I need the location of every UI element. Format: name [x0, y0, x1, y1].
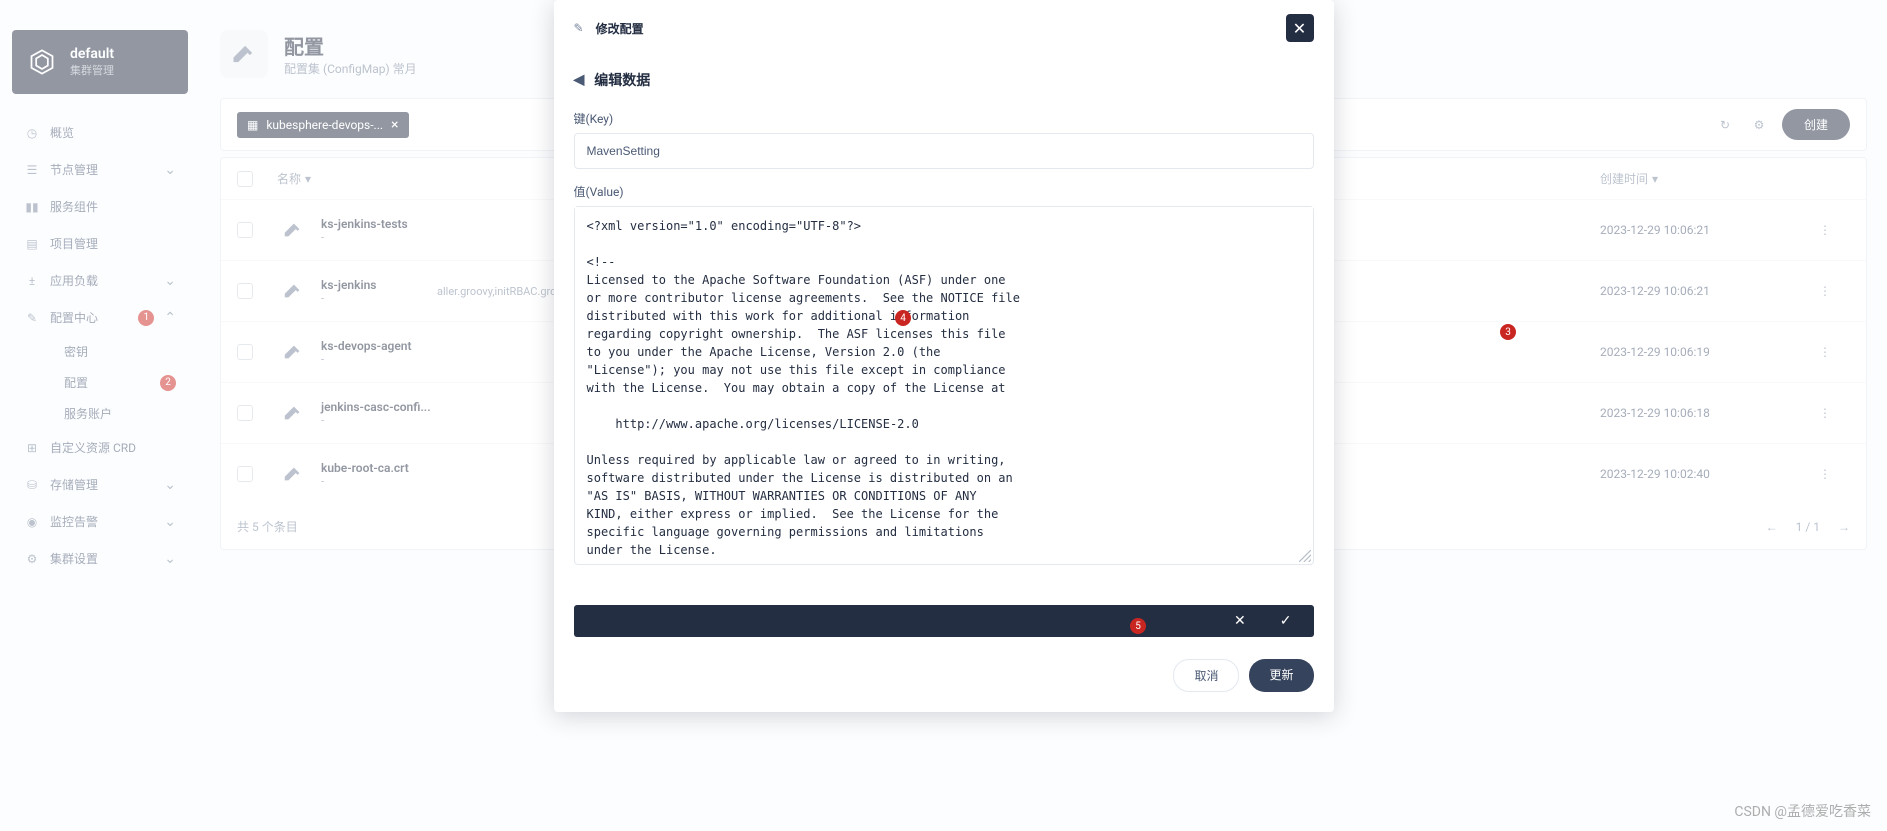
annotation-4: 4 [895, 310, 911, 326]
value-label: 值(Value) [574, 183, 1314, 200]
update-button[interactable]: 更新 [1249, 659, 1313, 692]
pen-icon: ✎ [574, 21, 584, 35]
confirm-icon[interactable]: ✓ [1280, 613, 1292, 629]
watermark: CSDN @孟德爱吃香菜 [1734, 801, 1871, 821]
cancel-button[interactable]: 取消 [1173, 659, 1239, 692]
modal-title: 修改配置 [596, 20, 644, 37]
modal-subtitle: 编辑数据 [594, 70, 650, 90]
back-icon[interactable]: ◀ [574, 72, 585, 88]
key-label: 键(Key) [574, 110, 1314, 127]
annotation-5: 5 [1130, 618, 1146, 634]
resize-handle[interactable] [1299, 550, 1311, 562]
value-textarea[interactable] [575, 207, 1313, 561]
edit-config-modal: ✎ 修改配置 ✕ ◀ 编辑数据 键(Key) 值(Value) ✕ ✓ 取消 更… [554, 0, 1334, 712]
key-input[interactable] [574, 133, 1314, 169]
annotation-3: 3 [1500, 324, 1516, 340]
discard-icon[interactable]: ✕ [1234, 613, 1246, 629]
edit-action-bar: ✕ ✓ [574, 605, 1314, 637]
modal-close-button[interactable]: ✕ [1286, 14, 1314, 42]
